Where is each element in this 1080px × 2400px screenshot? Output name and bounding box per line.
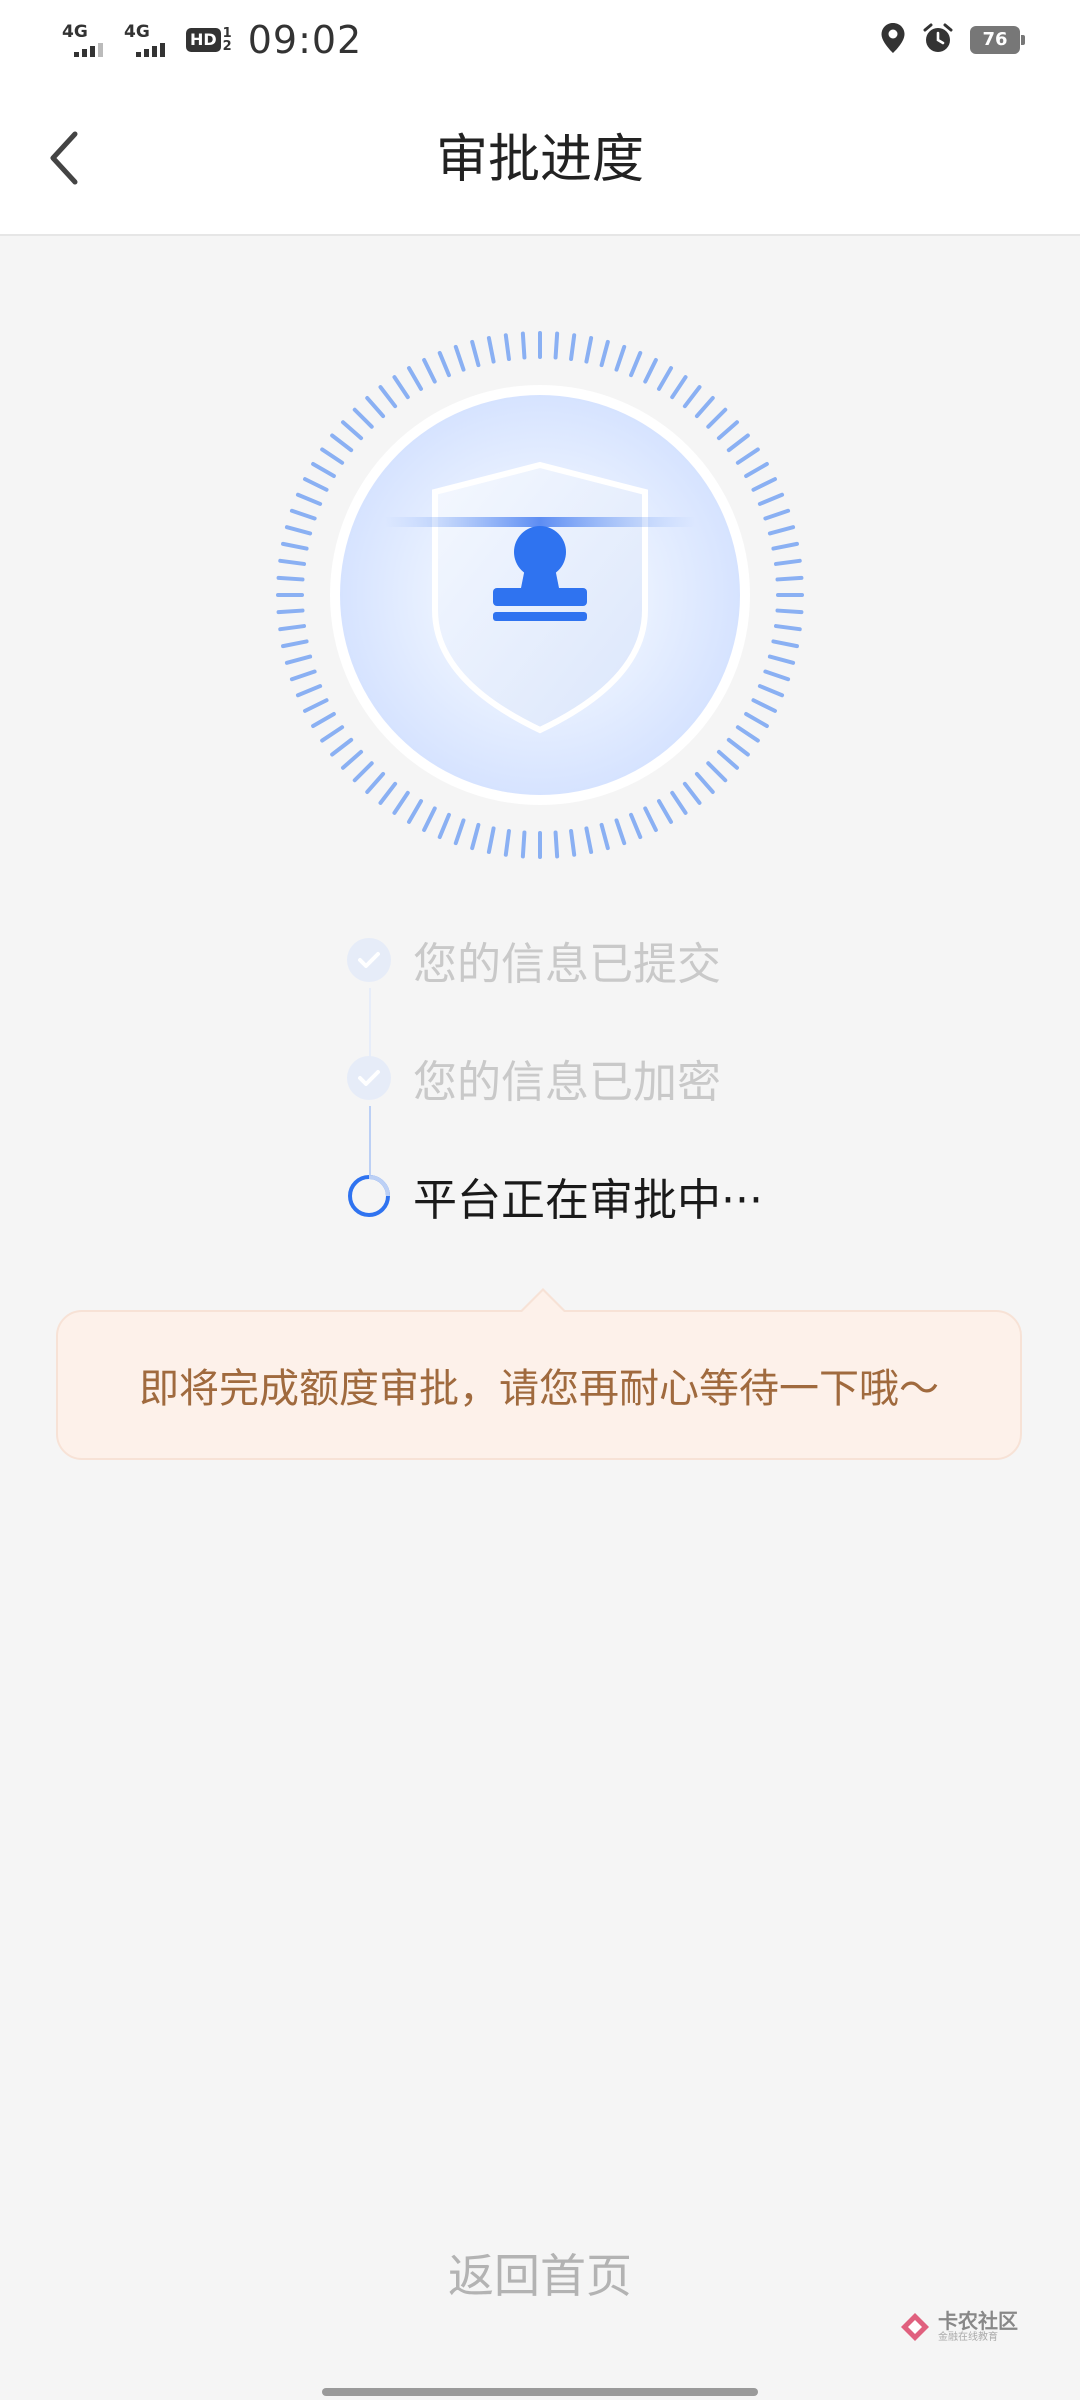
watermark: 卡农社区 金融在线教育 xyxy=(898,2310,1018,2344)
tip-arrow-inner xyxy=(521,1291,565,1313)
network-type-2: 4G xyxy=(124,22,150,42)
alarm-icon xyxy=(922,22,954,58)
tip-text: 即将完成额度审批，请您再耐心等待一下哦～ xyxy=(139,1366,939,1412)
status-left: 4G 4G HD 1 2 09:02 xyxy=(62,18,362,62)
location-icon xyxy=(880,22,906,58)
step-label: 您的信息已加密 xyxy=(413,1057,721,1108)
hd-sub-2: 2 xyxy=(222,39,232,54)
shield-illustration xyxy=(265,320,815,870)
hd-label: HD xyxy=(186,28,221,52)
nav-bar: 审批进度 xyxy=(0,80,1080,236)
network-type-1: 4G xyxy=(62,22,88,42)
cellular-signal-1: 4G xyxy=(62,23,114,57)
progress-steps: 您的信息已提交 您的信息已加密 平台正在审批中··· xyxy=(345,930,905,1230)
cellular-signal-2: 4G xyxy=(124,23,176,57)
step-label: 平台正在审批中··· xyxy=(413,1175,763,1226)
step-label: 您的信息已提交 xyxy=(413,939,721,990)
step-encrypted: 您的信息已加密 xyxy=(345,1048,721,1108)
status-right: 76 xyxy=(880,22,1025,58)
loading-spinner-icon xyxy=(345,1172,393,1220)
return-home-link[interactable]: 返回首页 xyxy=(0,2240,1080,2306)
step-reviewing: 平台正在审批中··· xyxy=(345,1166,763,1226)
watermark-main: 卡农社区 xyxy=(938,2309,1018,2333)
step-submitted: 您的信息已提交 xyxy=(345,930,721,990)
hd-sub: 1 2 xyxy=(223,27,232,53)
hd-voice-icon: HD 1 2 xyxy=(186,27,232,53)
battery-icon: 76 xyxy=(970,26,1025,54)
watermark-text: 卡农社区 金融在线教育 xyxy=(938,2310,1018,2344)
signal-bars-icon xyxy=(74,41,103,57)
gesture-bar[interactable] xyxy=(322,2388,758,2396)
check-circle-icon xyxy=(345,936,393,984)
signal-bars-icon xyxy=(136,41,165,57)
tip-bubble: 即将完成额度审批，请您再耐心等待一下哦～ xyxy=(56,1310,1022,1460)
page-title: 审批进度 xyxy=(435,130,644,190)
status-bar: 4G 4G HD 1 2 09:02 76 xyxy=(0,0,1080,80)
watermark-logo-icon xyxy=(901,2313,929,2341)
watermark-sub: 金融在线教育 xyxy=(938,2332,998,2343)
check-circle-icon xyxy=(345,1054,393,1102)
status-time: 09:02 xyxy=(247,18,363,62)
